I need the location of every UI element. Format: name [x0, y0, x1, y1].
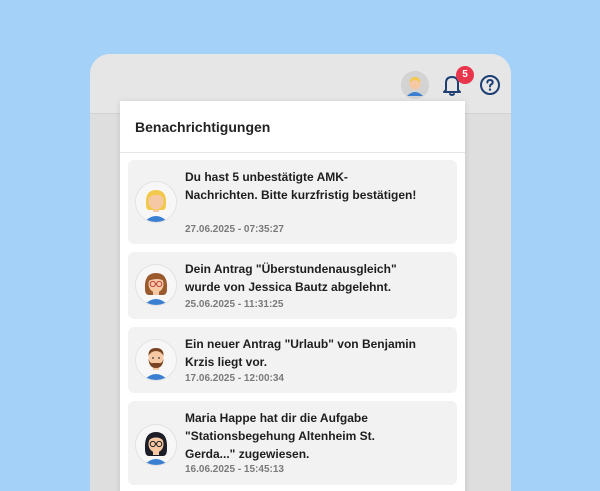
notifications-panel: Benachrichtigungen Du hast 5 unbestätigt…: [120, 101, 465, 491]
notification-text: Maria Happe hat dir die Aufgabe "Station…: [185, 411, 375, 461]
dark-hair-woman-glasses-avatar-icon: [135, 424, 177, 466]
notification-text: Ein neuer Antrag "Urlaub" von Benjamin K…: [185, 337, 416, 369]
notification-date: 16.06.2025 - 15:45:13: [185, 464, 284, 475]
notification-count-badge: 5: [456, 66, 474, 84]
notification-item[interactable]: Ein neuer Antrag "Urlaub" von Benjamin K…: [128, 327, 457, 393]
notification-item[interactable]: Du hast 5 unbestätigte AMK-Nachrichten. …: [128, 160, 457, 244]
panel-divider: [120, 152, 465, 153]
blonde-woman-avatar-icon: [135, 181, 177, 223]
notification-text: Dein Antrag "Überstundenausgleich" wurde…: [185, 262, 397, 294]
brown-hair-woman-glasses-avatar-icon: [135, 264, 177, 306]
notification-date: 27.06.2025 - 07:35:27: [185, 224, 284, 235]
bearded-man-avatar-icon: [135, 339, 177, 381]
notification-date: 17.06.2025 - 12:00:34: [185, 373, 284, 384]
notification-date: 25.06.2025 - 11:31:25: [185, 299, 284, 310]
help-icon[interactable]: [478, 73, 502, 97]
panel-title: Benachrichtigungen: [135, 119, 271, 135]
notification-text: Du hast 5 unbestätigte AMK-Nachrichten. …: [185, 170, 417, 202]
user-avatar-icon[interactable]: [401, 71, 429, 99]
notification-item[interactable]: Dein Antrag "Überstundenausgleich" wurde…: [128, 252, 457, 319]
notification-item[interactable]: Maria Happe hat dir die Aufgabe "Station…: [128, 401, 457, 485]
